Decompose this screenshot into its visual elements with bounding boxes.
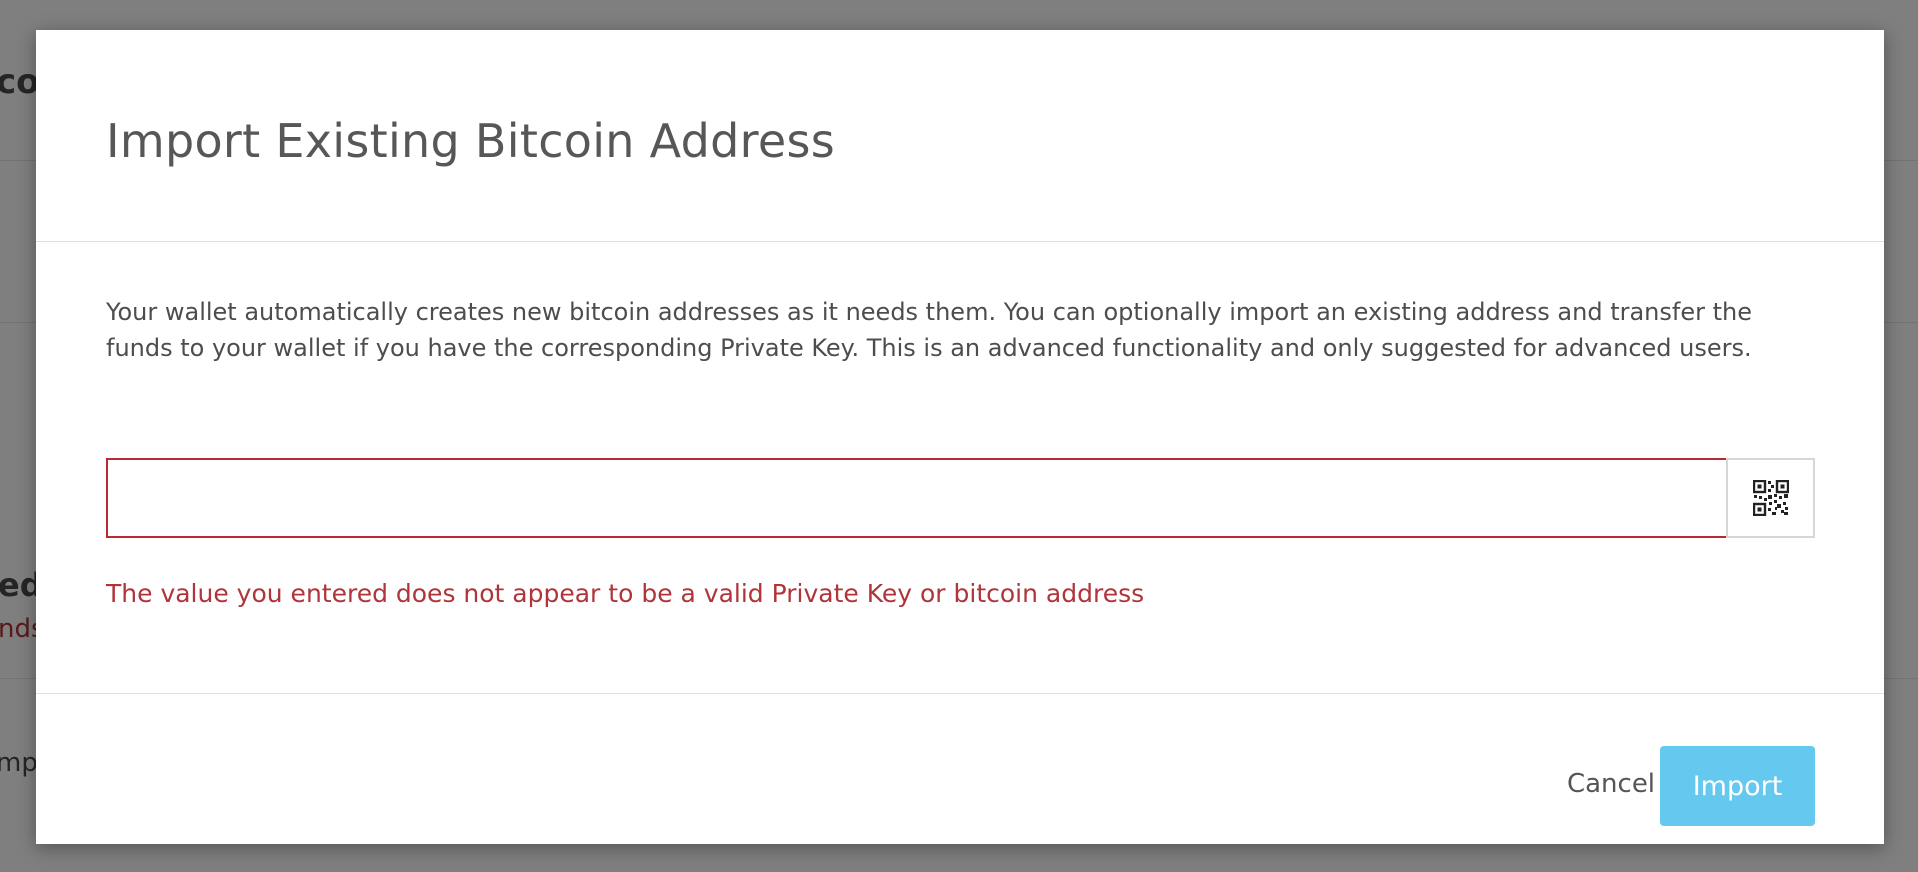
modal-body: Your wallet automatically creates new bi…	[36, 242, 1884, 694]
import-address-modal: Import Existing Bitcoin Address Your wal…	[36, 30, 1884, 844]
modal-title: Import Existing Bitcoin Address	[106, 114, 835, 168]
modal-footer: Cancel Import	[36, 694, 1884, 844]
modal-header: Import Existing Bitcoin Address	[36, 30, 1884, 242]
qr-code-icon	[1752, 480, 1789, 516]
validation-error-message: The value you entered does not appear to…	[106, 579, 1145, 608]
address-input-group	[106, 458, 1815, 538]
scan-qr-button[interactable]	[1726, 458, 1815, 538]
import-button[interactable]: Import	[1660, 746, 1815, 826]
modal-description: Your wallet automatically creates new bi…	[106, 298, 1752, 362]
private-key-address-input[interactable]	[106, 458, 1728, 538]
